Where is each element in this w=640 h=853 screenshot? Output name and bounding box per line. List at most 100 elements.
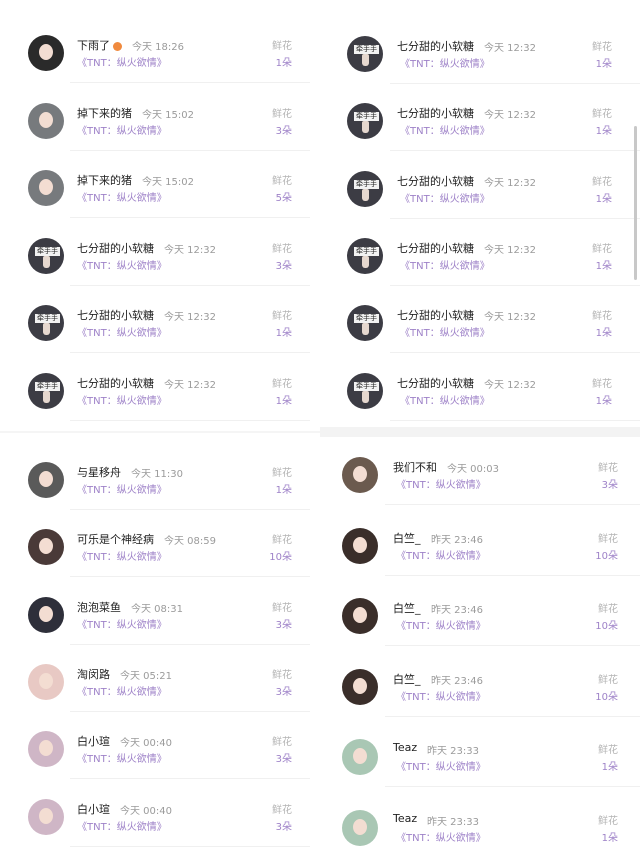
user-name[interactable]: 白小瑄 (77, 803, 110, 816)
avatar[interactable]: 牵手手 (347, 305, 383, 341)
list-item[interactable]: 可乐是个神经病 今天 08:59 《TNT：纵火欲情》 鲜花 10朵 (0, 521, 320, 581)
user-name[interactable]: 七分甜的小软糖 (397, 175, 474, 188)
list-item[interactable]: 白竺_ 昨天 23:46 《TNT：纵火欲情》 鲜花 10朵 (320, 520, 640, 580)
list-item[interactable]: 泡泡菜鱼 今天 08:31 《TNT：纵火欲情》 鲜花 3朵 (0, 589, 320, 649)
user-name[interactable]: 白竺_ (393, 532, 421, 545)
list-item[interactable]: 牵手手 七分甜的小软糖 今天 12:32 《TNT：纵火欲情》 鲜花 1朵 (320, 230, 640, 290)
avatar[interactable] (28, 529, 64, 565)
book-title-link[interactable]: 《TNT：纵火欲情》 (77, 683, 167, 698)
book-title-link[interactable]: 《TNT：纵火欲情》 (77, 481, 167, 496)
list-item[interactable]: 白小瑄 今天 00:40 《TNT：纵火欲情》 鲜花 3朵 (0, 791, 320, 851)
list-item[interactable]: 掉下来的猪 今天 15:02 《TNT：纵火欲情》 鲜花 3朵 (0, 95, 320, 155)
list-item[interactable]: 与星移舟 今天 11:30 《TNT：纵火欲情》 鲜花 1朵 (0, 454, 320, 514)
list-item[interactable]: 牵手手 七分甜的小软糖 今天 12:32 《TNT：纵火欲情》 鲜花 1朵 (320, 28, 640, 88)
list-item[interactable]: 牵手手 七分甜的小软糖 今天 12:32 《TNT：纵火欲情》 鲜花 1朵 (0, 297, 320, 357)
scrollbar[interactable] (634, 126, 637, 280)
user-name[interactable]: Teaz (393, 812, 417, 825)
book-title-link[interactable]: 《TNT：纵火欲情》 (77, 122, 167, 137)
timestamp: 昨天 23:33 (427, 817, 479, 828)
avatar[interactable] (28, 597, 64, 633)
avatar[interactable]: 牵手手 (347, 36, 383, 72)
user-name[interactable]: 七分甜的小软糖 (77, 309, 154, 322)
book-title-link[interactable]: 《TNT：纵火欲情》 (400, 257, 490, 272)
book-title-link[interactable]: 《TNT：纵火欲情》 (400, 392, 490, 407)
book-title-link[interactable]: 《TNT：纵火欲情》 (396, 617, 486, 632)
user-name[interactable]: 七分甜的小软糖 (397, 309, 474, 322)
user-name[interactable]: 七分甜的小软糖 (77, 242, 154, 255)
user-name[interactable]: 七分甜的小软糖 (77, 377, 154, 390)
book-title-link[interactable]: 《TNT：纵火欲情》 (77, 257, 167, 272)
book-title-link[interactable]: 《TNT：纵火欲情》 (396, 547, 486, 562)
book-title-link[interactable]: 《TNT：纵火欲情》 (77, 324, 167, 339)
avatar[interactable] (342, 669, 378, 705)
book-title-link[interactable]: 《TNT：纵火欲情》 (396, 476, 486, 491)
avatar[interactable]: 牵手手 (28, 373, 64, 409)
user-name[interactable]: 泡泡菜鱼 (77, 601, 121, 614)
avatar[interactable] (28, 35, 64, 71)
list-item[interactable]: 牵手手 七分甜的小软糖 今天 12:32 《TNT：纵火欲情》 鲜花 1朵 (320, 365, 640, 425)
avatar[interactable] (28, 664, 64, 700)
user-name[interactable]: 掉下来的猪 (77, 174, 132, 187)
list-item[interactable]: 牵手手 七分甜的小软糖 今天 12:32 《TNT：纵火欲情》 鲜花 1朵 (320, 297, 640, 357)
book-title-link[interactable]: 《TNT：纵火欲情》 (77, 750, 167, 765)
book-title-link[interactable]: 《TNT：纵火欲情》 (400, 122, 490, 137)
avatar[interactable]: 牵手手 (28, 238, 64, 274)
user-name[interactable]: 七分甜的小软糖 (397, 40, 474, 53)
user-name[interactable]: 与星移舟 (77, 466, 121, 479)
avatar[interactable] (342, 810, 378, 846)
avatar[interactable] (342, 598, 378, 634)
book-title-link[interactable]: 《TNT：纵火欲情》 (77, 818, 167, 833)
list-item[interactable]: 白竺_ 昨天 23:46 《TNT：纵火欲情》 鲜花 10朵 (320, 661, 640, 721)
book-title-link[interactable]: 《TNT：纵火欲情》 (396, 688, 486, 703)
book-title-link[interactable]: 《TNT：纵火欲情》 (396, 829, 486, 844)
book-title-link[interactable]: 《TNT：纵火欲情》 (77, 189, 167, 204)
avatar[interactable] (28, 170, 64, 206)
list-item[interactable]: 牵手手 七分甜的小软糖 今天 12:32 《TNT：纵火欲情》 鲜花 3朵 (0, 230, 320, 290)
user-name[interactable]: 七分甜的小软糖 (397, 242, 474, 255)
user-name[interactable]: 掉下来的猪 (77, 107, 132, 120)
book-title-link[interactable]: 《TNT：纵火欲情》 (396, 758, 486, 773)
gift-type-label: 鲜花 (598, 534, 618, 545)
book-title-link[interactable]: 《TNT：纵火欲情》 (400, 55, 490, 70)
user-name[interactable]: 下雨了 (77, 39, 110, 52)
list-item[interactable]: 掉下来的猪 今天 15:02 《TNT：纵火欲情》 鲜花 5朵 (0, 162, 320, 222)
list-item[interactable]: 淘闵路 今天 05:21 《TNT：纵火欲情》 鲜花 3朵 (0, 656, 320, 716)
avatar[interactable] (342, 457, 378, 493)
list-item[interactable]: 我们不和 今天 00:03 《TNT：纵火欲情》 鲜花 3朵 (320, 449, 640, 509)
user-name[interactable]: 七分甜的小软糖 (397, 107, 474, 120)
avatar[interactable]: 牵手手 (28, 305, 64, 341)
book-title-link[interactable]: 《TNT：纵火欲情》 (77, 392, 167, 407)
user-name[interactable]: 七分甜的小软糖 (397, 377, 474, 390)
list-item[interactable]: Teaz 昨天 23:33 《TNT：纵火欲情》 鲜花 1朵 (320, 802, 640, 853)
book-title-link[interactable]: 《TNT：纵火欲情》 (77, 616, 167, 631)
avatar[interactable]: 牵手手 (347, 103, 383, 139)
list-item[interactable]: 白小瑄 今天 00:40 《TNT：纵火欲情》 鲜花 3朵 (0, 723, 320, 783)
user-name[interactable]: 可乐是个神经病 (77, 533, 154, 546)
user-name[interactable]: 我们不和 (393, 461, 437, 474)
book-title-link[interactable]: 《TNT：纵火欲情》 (400, 190, 490, 205)
avatar[interactable] (28, 462, 64, 498)
list-item[interactable]: 白竺_ 昨天 23:46 《TNT：纵火欲情》 鲜花 10朵 (320, 590, 640, 650)
avatar-caption: 牵手手 (354, 247, 379, 256)
avatar[interactable] (342, 739, 378, 775)
list-item[interactable]: 下雨了 今天 18:26 《TNT：纵火欲情》 鲜花 1朵 (0, 27, 320, 87)
user-name[interactable]: 淘闵路 (77, 668, 110, 681)
list-item[interactable]: 牵手手 七分甜的小软糖 今天 12:32 《TNT：纵火欲情》 鲜花 1朵 (320, 163, 640, 223)
book-title-link[interactable]: 《TNT：纵火欲情》 (77, 548, 167, 563)
list-item[interactable]: 牵手手 七分甜的小软糖 今天 12:32 《TNT：纵火欲情》 鲜花 1朵 (320, 95, 640, 155)
avatar[interactable] (342, 528, 378, 564)
user-name[interactable]: 白竺_ (393, 673, 421, 686)
book-title-link[interactable]: 《TNT：纵火欲情》 (400, 324, 490, 339)
list-item[interactable]: Teaz 昨天 23:33 《TNT：纵火欲情》 鲜花 1朵 (320, 731, 640, 791)
avatar[interactable]: 牵手手 (347, 171, 383, 207)
avatar[interactable] (28, 103, 64, 139)
user-name[interactable]: Teaz (393, 741, 417, 754)
avatar[interactable]: 牵手手 (347, 373, 383, 409)
avatar[interactable]: 牵手手 (347, 238, 383, 274)
user-name[interactable]: 白竺_ (393, 602, 421, 615)
avatar[interactable] (28, 731, 64, 767)
avatar[interactable] (28, 799, 64, 835)
list-item[interactable]: 牵手手 七分甜的小软糖 今天 12:32 《TNT：纵火欲情》 鲜花 1朵 (0, 365, 320, 425)
book-title-link[interactable]: 《TNT：纵火欲情》 (77, 54, 167, 69)
user-name[interactable]: 白小瑄 (77, 735, 110, 748)
